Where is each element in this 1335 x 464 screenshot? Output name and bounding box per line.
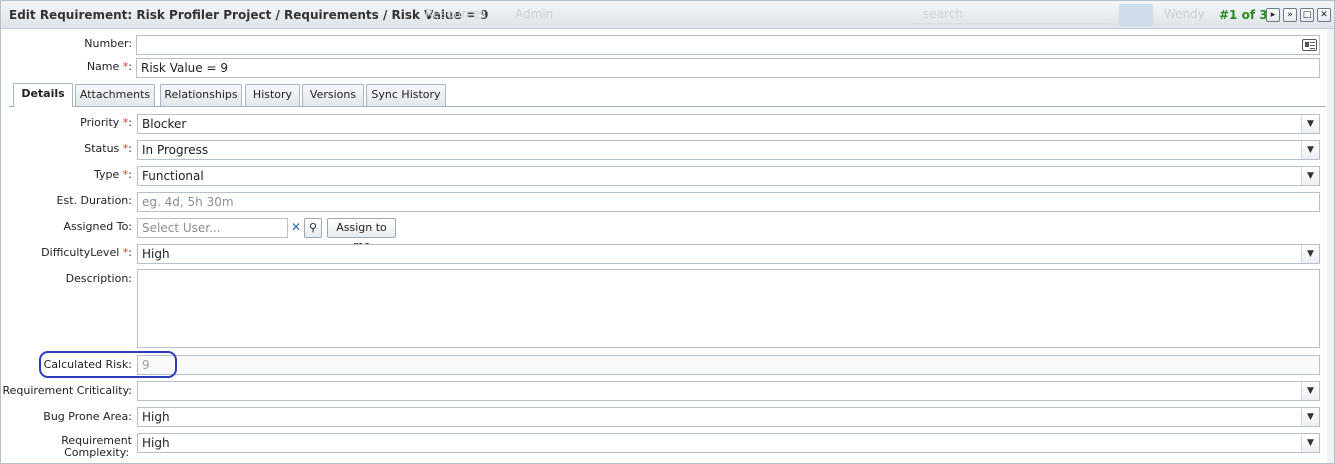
scrollbar[interactable] xyxy=(1327,29,1334,463)
close-button[interactable]: ✕ xyxy=(1317,8,1331,22)
chevron-down-icon[interactable]: ▼ xyxy=(1301,167,1319,185)
background-search: search xyxy=(911,4,1111,24)
complexity-select[interactable]: High ▼ xyxy=(137,433,1320,453)
maximize-button[interactable]: □ xyxy=(1300,8,1314,22)
status-label: Status *: xyxy=(84,142,132,155)
est-duration-label: Est. Duration: xyxy=(56,194,132,207)
chevron-down-icon[interactable]: ▼ xyxy=(1301,245,1319,263)
status-select[interactable]: In Progress ▼ xyxy=(137,140,1320,160)
dialog-titlebar: Edit Requirement: Risk Profiler Project … xyxy=(1,1,1334,29)
type-label: Type *: xyxy=(94,168,132,181)
calculated-risk-field: 9 xyxy=(137,355,1320,375)
background-nav-resources: Resources xyxy=(425,7,487,21)
difficulty-select[interactable]: High ▼ xyxy=(137,244,1320,264)
search-icon[interactable]: ⚲ xyxy=(304,218,322,238)
edit-requirement-dialog: Edit Requirement: Risk Profiler Project … xyxy=(0,0,1335,464)
last-record-button[interactable]: » xyxy=(1283,8,1297,22)
name-field[interactable]: Risk Value = 9 xyxy=(136,58,1320,78)
bug-prone-label: Bug Prone Area: xyxy=(43,410,132,423)
tab-relationships[interactable]: Relationships xyxy=(160,84,242,106)
record-counter: #1 of 3 xyxy=(1219,8,1268,22)
annotation-highlight xyxy=(39,351,177,378)
criticality-select[interactable]: ▼ xyxy=(137,381,1320,401)
chevron-down-icon[interactable]: ▼ xyxy=(1301,434,1319,452)
chevron-down-icon[interactable]: ▼ xyxy=(1301,141,1319,159)
background-avatar xyxy=(1119,4,1153,26)
assign-to-me-button[interactable]: Assign to me xyxy=(327,218,396,252)
tab-bar: Details Attachments Relationships Histor… xyxy=(9,83,1326,107)
criticality-label: Requirement Criticality: xyxy=(2,384,133,397)
background-user-name: Wendy xyxy=(1164,7,1205,21)
next-record-button[interactable]: ▸ xyxy=(1266,8,1280,22)
chevron-down-icon[interactable]: ▼ xyxy=(1301,115,1319,133)
name-label: Name *: xyxy=(86,60,132,73)
priority-select[interactable]: Blocker ▼ xyxy=(137,114,1320,134)
tab-versions[interactable]: Versions xyxy=(302,84,364,106)
tab-attachments[interactable]: Attachments xyxy=(75,84,155,106)
clear-icon[interactable]: ✕ xyxy=(289,218,303,238)
description-textarea[interactable] xyxy=(137,269,1320,348)
type-select[interactable]: Functional ▼ xyxy=(137,166,1320,186)
id-card-icon[interactable] xyxy=(1302,39,1317,51)
background-nav-admin: Admin xyxy=(515,7,554,21)
chevron-down-icon[interactable]: ▼ xyxy=(1301,382,1319,400)
difficulty-label: DifficultyLevel *: xyxy=(41,246,132,259)
number-field[interactable] xyxy=(136,35,1320,55)
chevron-down-icon[interactable]: ▼ xyxy=(1301,408,1319,426)
number-label: Number: xyxy=(84,37,132,50)
tab-sync-history[interactable]: Sync History xyxy=(366,84,446,106)
priority-label: Priority *: xyxy=(80,116,132,129)
bug-prone-select[interactable]: High ▼ xyxy=(137,407,1320,427)
tab-history[interactable]: History xyxy=(245,84,300,106)
tab-details[interactable]: Details xyxy=(13,83,73,107)
est-duration-input[interactable]: eg. 4d, 5h 30m xyxy=(137,192,1320,212)
dialog-title: Edit Requirement: Risk Profiler Project … xyxy=(9,8,489,22)
description-label: Description: xyxy=(65,272,132,285)
complexity-label: Requirement Complexity: xyxy=(61,434,132,459)
assigned-to-label: Assigned To: xyxy=(63,220,132,233)
assigned-user-input[interactable]: Select User... xyxy=(137,218,288,238)
